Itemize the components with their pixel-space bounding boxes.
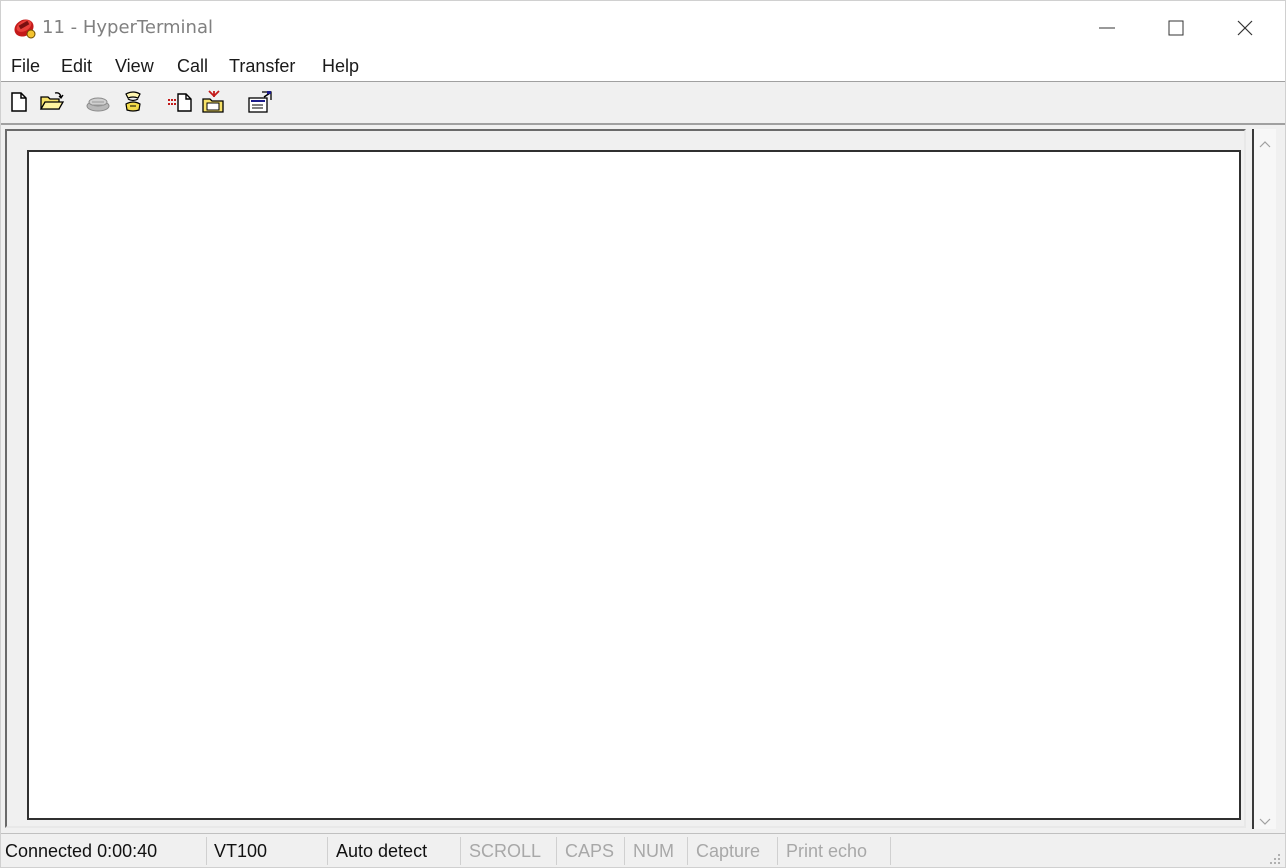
maximize-button[interactable] (1142, 1, 1210, 55)
open-icon[interactable] (39, 90, 65, 114)
properties-icon[interactable] (247, 90, 273, 114)
terminal-screen[interactable] (27, 150, 1241, 820)
receive-icon[interactable] (201, 90, 227, 114)
title-bar[interactable]: 11 - HyperTerminal (1, 1, 1285, 55)
status-print-echo: Print echo (782, 837, 891, 865)
menu-bar: File Edit View Call Transfer Help (1, 51, 1285, 81)
send-icon[interactable] (167, 90, 193, 114)
disconnect-icon[interactable] (85, 90, 111, 114)
minimize-button[interactable] (1073, 1, 1141, 55)
status-connection: Connected 0:00:40 (1, 837, 207, 865)
menu-view[interactable]: View (115, 54, 154, 78)
minimize-icon (1099, 27, 1115, 29)
toolbar (1, 81, 1285, 125)
hyperterminal-app-icon[interactable] (12, 15, 36, 39)
client-area (1, 125, 1285, 833)
menu-transfer[interactable]: Transfer (229, 54, 295, 78)
close-icon (1237, 20, 1253, 36)
close-button[interactable] (1211, 1, 1279, 55)
resize-grip-icon[interactable] (1267, 850, 1281, 864)
status-caps: CAPS (561, 837, 625, 865)
window-title: 11 - HyperTerminal (42, 17, 213, 38)
scroll-up-icon[interactable] (1259, 135, 1271, 154)
status-num: NUM (629, 837, 688, 865)
status-emulation: VT100 (210, 837, 328, 865)
terminal-frame (5, 129, 1246, 828)
new-icon[interactable] (7, 90, 33, 114)
status-detect: Auto detect (332, 837, 461, 865)
dial-icon[interactable] (121, 90, 147, 114)
scroll-down-icon[interactable] (1259, 811, 1271, 830)
menu-edit[interactable]: Edit (61, 54, 92, 78)
hyperterminal-window: 11 - HyperTerminal File Edit View Call T… (0, 0, 1286, 868)
menu-file[interactable]: File (11, 54, 40, 78)
maximize-icon (1168, 20, 1184, 36)
status-bar: Connected 0:00:40 VT100 Auto detect SCRO… (1, 833, 1285, 867)
menu-help[interactable]: Help (322, 54, 359, 78)
status-scroll: SCROLL (465, 837, 557, 865)
vertical-scrollbar[interactable] (1252, 129, 1276, 829)
status-capture: Capture (692, 837, 778, 865)
menu-call[interactable]: Call (177, 54, 208, 78)
